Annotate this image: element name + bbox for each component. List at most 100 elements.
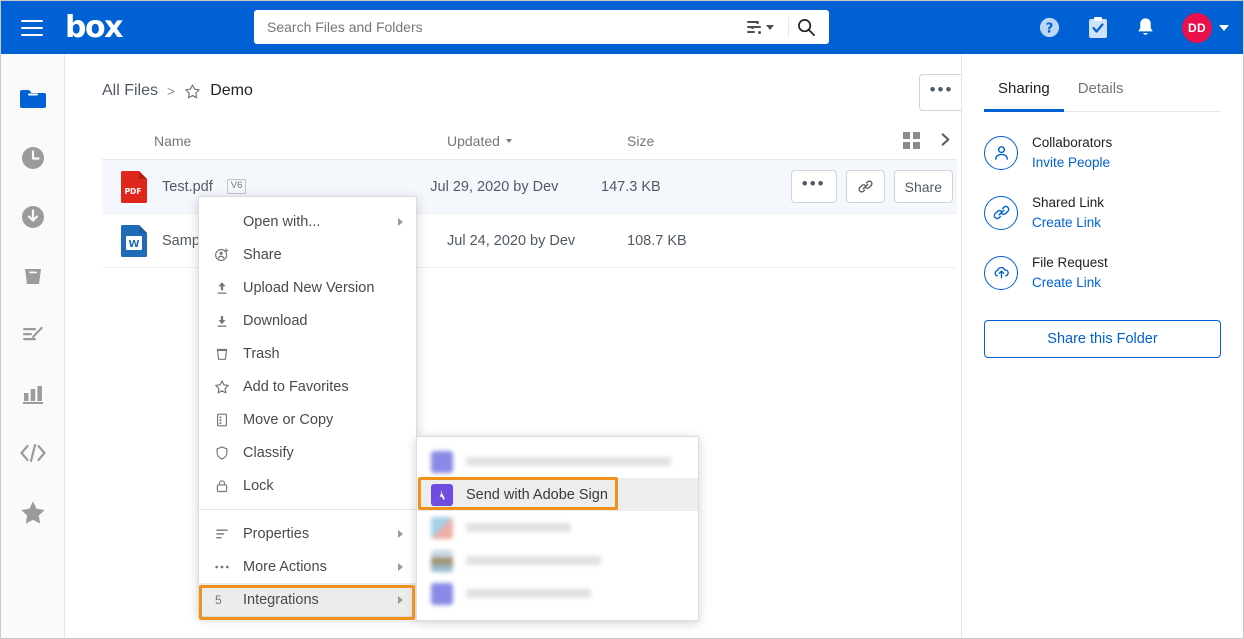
file-request-title: File Request: [1032, 255, 1108, 271]
sidebar-item-recents[interactable]: [18, 143, 48, 173]
sidebar-item-notes[interactable]: [18, 320, 48, 350]
help-icon[interactable]: ?: [1038, 16, 1061, 39]
app-icon: [431, 549, 453, 572]
create-link-request[interactable]: Create Link: [1032, 273, 1108, 293]
file-updated-cell: Jul 24, 2020 by Dev: [447, 232, 576, 249]
menu-divider: [199, 509, 416, 510]
integrations-submenu: Send with Adobe Sign: [416, 436, 699, 621]
box-app-window: box ?: [0, 0, 1244, 639]
sidebar-item-favorites[interactable]: [18, 497, 48, 527]
menu-item-classify[interactable]: Classify: [199, 436, 416, 469]
integration-item-redacted[interactable]: [417, 511, 698, 544]
row-actions: ••• Share: [790, 170, 957, 203]
integration-item-redacted[interactable]: [417, 445, 698, 478]
app-icon: [431, 516, 453, 539]
share-this-folder-button[interactable]: Share this Folder: [984, 320, 1221, 359]
menu-item-move-or-copy[interactable]: Move or Copy: [199, 403, 416, 436]
avatar: DD: [1182, 12, 1212, 43]
menu-item-integrations[interactable]: 5 Integrations: [199, 583, 416, 616]
file-context-menu: Open with... Share Upload New Version Do…: [198, 196, 417, 617]
menu-item-open-with[interactable]: Open with...: [199, 205, 416, 238]
move-copy-icon: [213, 412, 230, 428]
search-options-icon[interactable]: [747, 20, 780, 34]
breadcrumb-all-files[interactable]: All Files: [102, 82, 158, 100]
column-header-name[interactable]: Name: [102, 133, 447, 149]
invite-people-link[interactable]: Invite People: [1032, 153, 1112, 173]
chevron-right-icon[interactable]: [938, 132, 953, 150]
tab-sharing[interactable]: Sharing: [984, 80, 1064, 112]
column-header-updated[interactable]: Updated: [447, 133, 627, 149]
integration-item-redacted[interactable]: [417, 577, 698, 610]
link-icon[interactable]: [845, 170, 885, 203]
shared-link-row[interactable]: Shared Link Create Link: [962, 193, 1243, 232]
redacted-label: [466, 457, 671, 466]
file-request-text: File Request Create Link: [1032, 253, 1108, 292]
search-input[interactable]: [254, 19, 747, 35]
search-bar: [254, 10, 829, 44]
create-link-shared[interactable]: Create Link: [1032, 213, 1104, 233]
lock-icon: [213, 478, 230, 494]
upload-cloud-circle-icon: [984, 255, 1018, 290]
chevron-right-icon: [398, 217, 403, 226]
menu-item-share[interactable]: Share: [199, 238, 416, 271]
header-icon-group: ? DD: [1038, 1, 1229, 54]
menu-item-lock[interactable]: Lock: [199, 469, 416, 502]
sidebar-item-developer[interactable]: [18, 438, 48, 468]
chevron-down-icon: [505, 138, 512, 143]
menu-item-properties[interactable]: Properties: [199, 517, 416, 550]
row-share-button[interactable]: Share: [893, 170, 953, 203]
chevron-right-icon: [398, 562, 403, 571]
table-header-row: Name Updated Size: [102, 122, 957, 160]
right-sidebar: Sharing Details Collaborators Invite Peo…: [961, 54, 1243, 638]
redacted-label: [466, 523, 571, 532]
sidebar-tabs: Sharing Details: [962, 80, 1243, 112]
menu-item-more-actions[interactable]: More Actions: [199, 550, 416, 583]
row-more-button[interactable]: •••: [790, 170, 837, 203]
view-controls: [827, 132, 957, 150]
menu-item-add-to-favorites[interactable]: Add to Favorites: [199, 370, 416, 403]
version-badge: V6: [226, 179, 247, 194]
app-icon: [431, 582, 453, 605]
share-person-icon: [213, 247, 230, 263]
file-name-label[interactable]: Test.pdf: [162, 179, 213, 195]
grid-view-icon[interactable]: [903, 132, 920, 149]
search-divider: [788, 17, 789, 37]
breadcrumb: All Files > Demo: [102, 82, 253, 100]
sidebar-item-trash[interactable]: [18, 261, 48, 291]
notifications-bell-icon[interactable]: [1135, 16, 1156, 39]
hamburger-icon[interactable]: [21, 19, 43, 36]
menu-item-download[interactable]: Download: [199, 304, 416, 337]
chevron-right-icon: [398, 529, 403, 538]
breadcrumb-separator: >: [167, 83, 176, 99]
star-outline-icon: [213, 379, 230, 395]
svg-text:?: ?: [1046, 21, 1054, 36]
column-header-size[interactable]: Size: [627, 133, 827, 149]
redacted-label: [466, 589, 591, 598]
menu-item-upload-new-version[interactable]: Upload New Version: [199, 271, 416, 304]
search-icon[interactable]: [797, 18, 829, 37]
star-outline-icon[interactable]: [184, 83, 201, 100]
menu-item-trash[interactable]: Trash: [199, 337, 416, 370]
tab-details[interactable]: Details: [1064, 80, 1138, 112]
tasks-icon[interactable]: [1087, 16, 1109, 40]
more-options-button[interactable]: •••: [918, 74, 965, 111]
integration-item-redacted[interactable]: [417, 544, 698, 577]
redacted-label: [466, 556, 601, 565]
sidebar-item-reports[interactable]: [18, 379, 48, 409]
sidebar-item-synced[interactable]: [18, 202, 48, 232]
shared-link-title: Shared Link: [1032, 195, 1105, 211]
integration-item-adobe-sign[interactable]: Send with Adobe Sign: [417, 478, 698, 511]
file-size-cell: 108.7 KB: [627, 232, 687, 249]
user-avatar-menu[interactable]: DD: [1182, 12, 1229, 43]
collaborators-row[interactable]: Collaborators Invite People: [962, 133, 1243, 172]
app-icon: [431, 450, 453, 473]
shield-icon: [213, 445, 230, 461]
sidebar-item-all-files[interactable]: [18, 84, 48, 114]
box-logo[interactable]: box: [65, 12, 123, 43]
file-name-label[interactable]: Samp: [162, 233, 200, 249]
properties-lines-icon: [213, 526, 230, 542]
link-circle-icon: [984, 195, 1018, 230]
file-request-row[interactable]: File Request Create Link: [962, 253, 1243, 292]
chevron-right-icon: [398, 595, 403, 604]
word-file-icon: W: [120, 224, 148, 258]
